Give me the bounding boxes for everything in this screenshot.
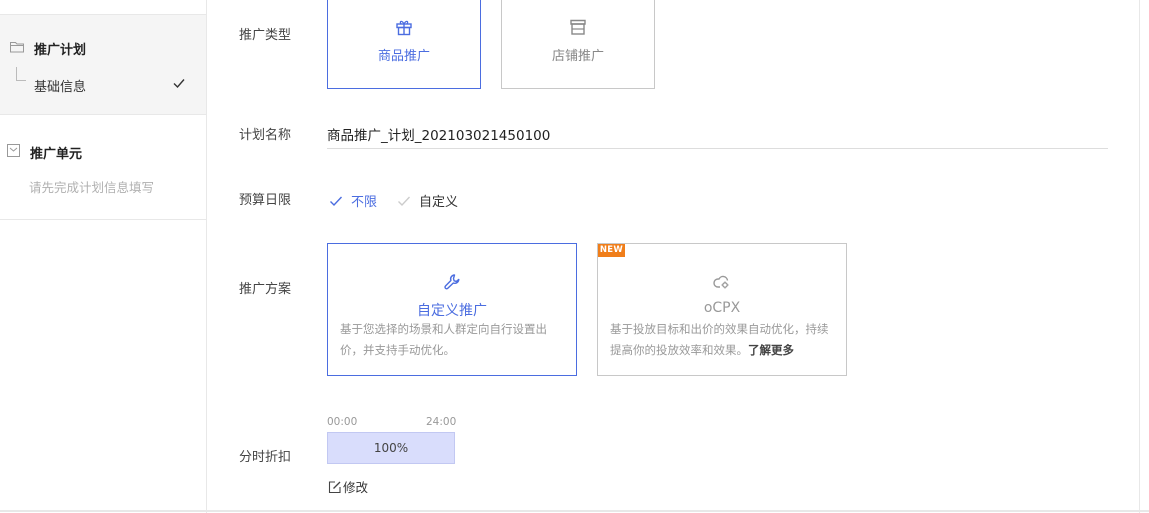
- scheme-custom-desc: 基于您选择的场景和人群定向自行设置出价，并支持手动优化。: [340, 322, 547, 357]
- scheme-custom-title: 自定义推广: [417, 303, 487, 319]
- budget-option-unlimited[interactable]: 不限: [329, 191, 377, 210]
- budget-option-custom-label: 自定义: [419, 195, 459, 210]
- sidebar-unit-title: 推广单元: [30, 147, 83, 162]
- budget-label: 预算日限: [239, 193, 292, 208]
- tree-connector: [16, 67, 26, 81]
- time-discount-bar[interactable]: 100%: [327, 432, 455, 464]
- sidebar-section-unit[interactable]: 推广单元 请先完成计划信息填写: [0, 116, 206, 220]
- promo-type-store-card[interactable]: 店铺推广: [501, 0, 655, 89]
- sidebar-plan-title: 推广计划: [34, 43, 87, 58]
- plan-name-label: 计划名称: [239, 128, 292, 143]
- scheme-ocpx-card[interactable]: NEW oCPX 基于投放目标和出价的效果自动优化，持续提高你的投放效率和效果。…: [597, 243, 847, 376]
- promo-type-label: 推广类型: [239, 28, 292, 43]
- link-gear-icon: [713, 275, 729, 289]
- sidebar-section-plan[interactable]: 推广计划 基础信息: [0, 15, 206, 115]
- gift-icon: [396, 20, 412, 36]
- check-icon: [398, 196, 411, 207]
- scheme-custom-card[interactable]: 自定义推广 基于您选择的场景和人群定向自行设置出价，并支持手动优化。: [327, 243, 577, 376]
- budget-option-custom[interactable]: 自定义: [397, 191, 458, 210]
- scheme-ocpx-desc: 基于投放目标和出价的效果自动优化，持续提高你的投放效率和效果。了解更多: [610, 319, 836, 361]
- budget-option-unlimited-label: 不限: [351, 195, 378, 210]
- divider: [0, 510, 1149, 512]
- check-icon: [173, 79, 185, 89]
- promo-type-product-label: 商品推广: [377, 49, 430, 64]
- page: 推广计划 基础信息 推广单元 请先完成计划信息填写 推广类型 商品推广 店铺推广…: [0, 0, 1149, 513]
- learn-more-link[interactable]: 了解更多: [748, 343, 794, 357]
- store-icon: [570, 19, 586, 35]
- promo-type-store-label: 店铺推广: [551, 49, 604, 64]
- divider: [1139, 0, 1140, 513]
- edit-time-discount-link[interactable]: 修改: [328, 477, 368, 496]
- promo-type-product-card[interactable]: 商品推广: [327, 0, 481, 89]
- new-badge: NEW: [598, 244, 625, 257]
- sidebar: 推广计划 基础信息 推广单元 请先完成计划信息填写: [0, 0, 207, 513]
- sidebar-unit-hint: 请先完成计划信息填写: [29, 180, 155, 195]
- plan-name-input[interactable]: 商品推广_计划_202103021450100: [327, 124, 1108, 149]
- scheme-label: 推广方案: [239, 282, 292, 297]
- scheme-ocpx-title: oCPX: [703, 300, 741, 316]
- scheme-ocpx-desc-text: 基于投放目标和出价的效果自动优化，持续提高你的投放效率和效果。: [610, 322, 829, 357]
- edit-icon: [328, 481, 341, 494]
- edit-label: 修改: [343, 480, 369, 495]
- sidebar-item-basic-info[interactable]: 基础信息: [34, 76, 86, 95]
- wrench-icon: [444, 274, 460, 290]
- folder-icon: [10, 42, 24, 53]
- time-start-label: 00:00: [327, 416, 358, 428]
- time-end-label: 24:00: [426, 416, 457, 428]
- check-icon: [330, 196, 343, 207]
- unit-icon: [7, 144, 20, 157]
- time-discount-label: 分时折扣: [239, 450, 292, 465]
